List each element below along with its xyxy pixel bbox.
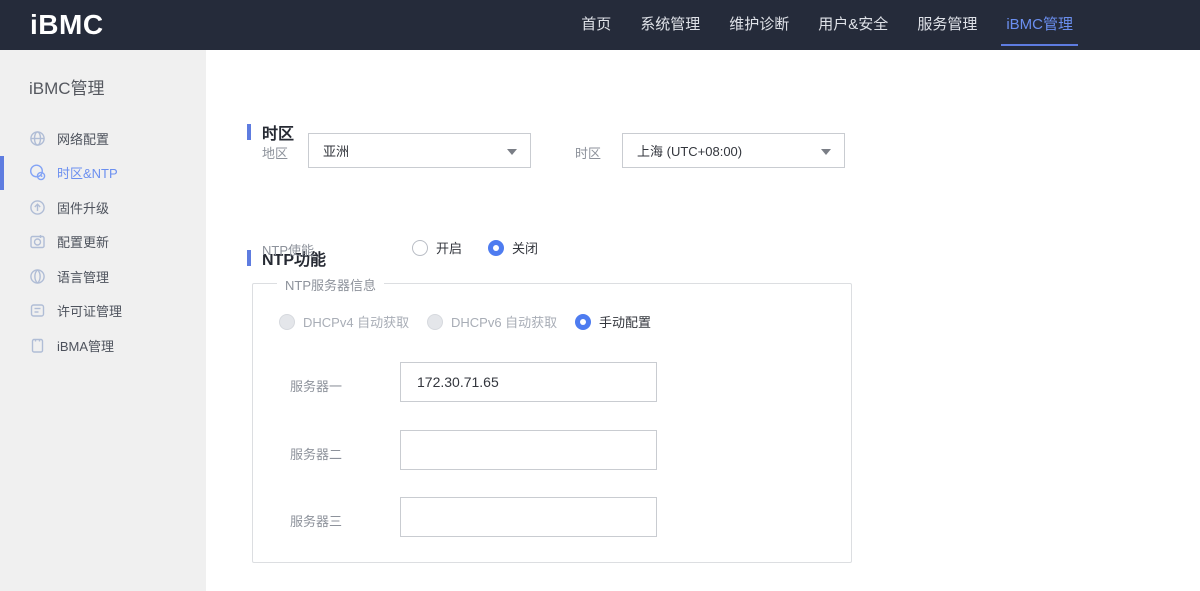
radio-label: DHCPv6 自动获取 [451,315,558,330]
sidebar-title: iBMC管理 [29,79,105,98]
dhcpv4-auto-radio: DHCPv4 自动获取 [279,312,409,331]
radio-unchecked-icon [412,239,428,256]
nav-item-home[interactable]: 首页 [581,0,611,50]
sidebar-item-label: 固件升级 [57,200,110,216]
sidebar-item-ibma-management[interactable]: iBMA管理 [0,328,206,363]
timezone-section-title: 时区 [262,126,295,143]
radio-label: 关闭 [512,241,539,256]
server-one-label: 服务器一 [290,379,343,394]
section-accent-bar [247,250,251,266]
main-content: 时区 地区 亚洲 时区 上海 (UTC+08:00) NTP功能 NTP使能 开… [206,50,1200,591]
license-icon [29,302,46,319]
sidebar: iBMC管理 网络配置 时区&NTP 固件升级 配置更新 语言管理 许可证管理 … [0,50,223,591]
nav-item-maintenance-diagnostics[interactable]: 维护诊断 [729,0,789,50]
sidebar-item-label: iBMA管理 [57,338,115,354]
sidebar-item-label: 时区&NTP [57,166,118,182]
server-three-input[interactable] [400,497,657,537]
radio-disabled-icon [279,313,295,330]
section-accent-bar [247,124,251,140]
ntp-enable-on-radio[interactable]: 开启 [412,238,462,257]
nav-item-system-management[interactable]: 系统管理 [640,0,700,50]
ntp-enable-off-radio[interactable]: 关闭 [488,238,538,257]
sidebar-item-firmware-upgrade[interactable]: 固件升级 [0,190,206,225]
radio-checked-icon [575,313,591,330]
timezone-ntp-icon [29,164,46,181]
sidebar-item-timezone-ntp[interactable]: 时区&NTP [0,155,206,191]
radio-label: DHCPv4 自动获取 [303,315,410,330]
chevron-down-icon [507,149,517,155]
sidebar-item-label: 语言管理 [57,269,110,285]
ibmc-logo: iBMC [30,9,104,40]
ntp-server-group-legend: NTP服务器信息 [277,275,385,294]
nav-item-service-management[interactable]: 服务管理 [917,0,977,50]
timezone-select-value: 上海 (UTC+08:00) [637,144,743,159]
server-three-label: 服务器三 [290,514,343,529]
server-two-label: 服务器二 [290,447,343,462]
nav-item-user-security[interactable]: 用户&安全 [818,0,888,50]
region-label: 地区 [262,146,289,161]
region-select-value: 亚洲 [323,144,350,159]
top-nav: 首页 系统管理 维护诊断 用户&安全 服务管理 iBMC管理 [581,0,1078,50]
chevron-down-icon [821,149,831,155]
nav-item-ibmc-management[interactable]: iBMC管理 [1001,0,1078,50]
sidebar-item-label: 配置更新 [57,235,110,251]
sidebar-item-license-management[interactable]: 许可证管理 [0,294,206,329]
language-icon [29,268,46,285]
timezone-section-header: 时区 [247,120,294,144]
sidebar-menu: 网络配置 时区&NTP 固件升级 配置更新 语言管理 许可证管理 iBMA管理 [0,121,206,363]
ibma-icon [29,337,46,354]
radio-label: 手动配置 [599,315,652,330]
dhcpv6-auto-radio: DHCPv6 自动获取 [427,312,557,331]
sidebar-item-language-management[interactable]: 语言管理 [0,259,206,294]
server-one-input[interactable] [400,362,657,402]
timezone-label: 时区 [575,146,602,161]
sidebar-item-label: 网络配置 [57,131,110,147]
sidebar-item-network-config[interactable]: 网络配置 [0,121,206,156]
topbar: iBMC 首页 系统管理 维护诊断 用户&安全 服务管理 iBMC管理 [0,0,1200,50]
timezone-select[interactable]: 上海 (UTC+08:00) [622,133,845,168]
sidebar-item-config-update[interactable]: 配置更新 [0,225,206,260]
network-icon [29,130,46,147]
manual-config-radio[interactable]: 手动配置 [575,312,651,331]
config-update-icon [29,233,46,250]
server-two-input[interactable] [400,430,657,470]
radio-disabled-icon [427,313,443,330]
firmware-upgrade-icon [29,199,46,216]
region-select[interactable]: 亚洲 [308,133,531,168]
radio-checked-icon [488,239,504,256]
radio-label: 开启 [436,241,463,256]
sidebar-item-label: 许可证管理 [57,304,123,320]
ntp-enable-label: NTP使能 [262,243,315,258]
